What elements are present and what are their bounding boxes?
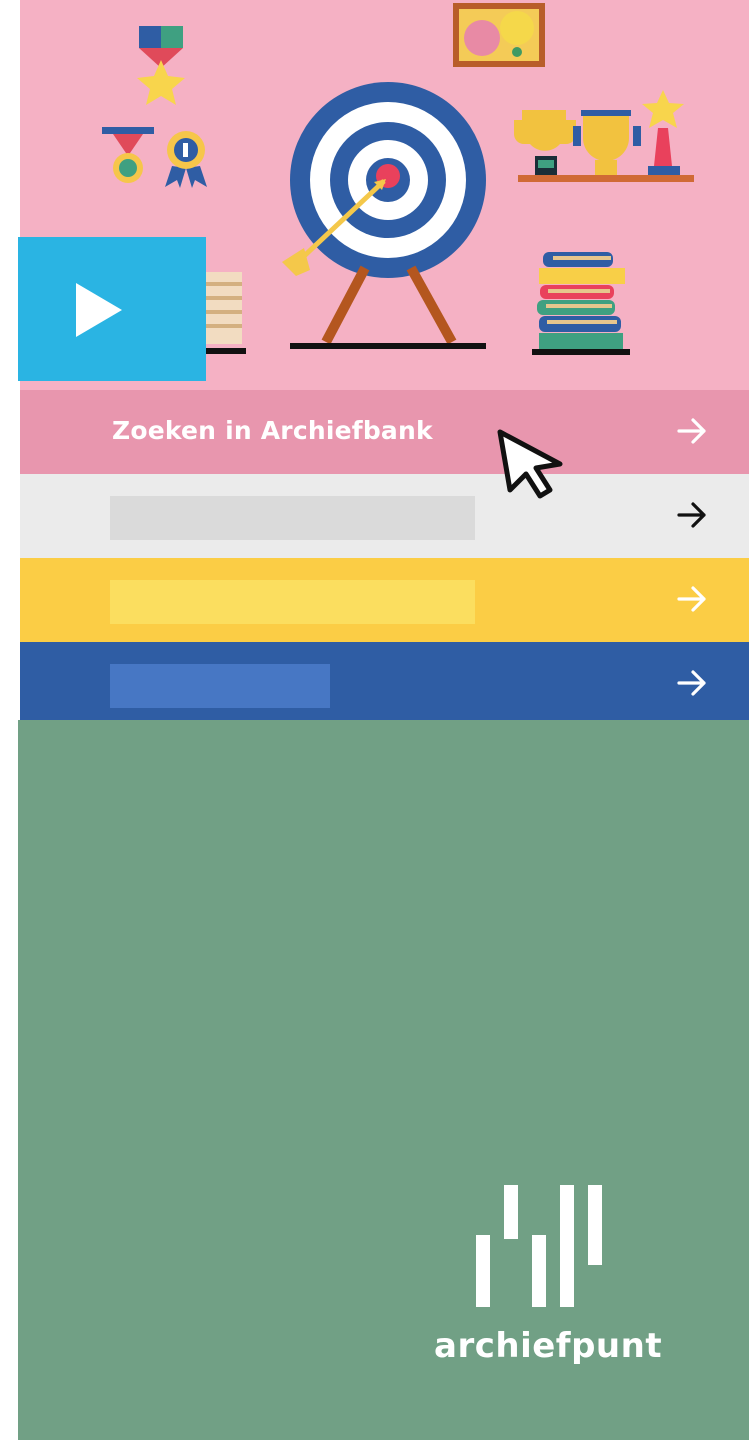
trophies-icon [514, 90, 694, 182]
menu-link-4[interactable] [20, 642, 749, 726]
brand-wordmark: archiefpunt [434, 1326, 663, 1366]
search-archiefbank-link[interactable]: Zoeken in Archiefbank [20, 390, 749, 474]
menu-link-3[interactable] [20, 558, 749, 642]
picture-frame-icon [453, 3, 545, 67]
target-icon [282, 82, 486, 349]
star-medal-icon [137, 26, 185, 105]
arrow-right-icon [677, 418, 706, 444]
placeholder-label [110, 496, 475, 540]
books-icon [532, 252, 630, 355]
play-icon [76, 283, 122, 337]
medals-icon [102, 127, 207, 188]
placeholder-label [110, 580, 475, 624]
archiefpunt-logo-icon [476, 1185, 602, 1307]
arrow-right-icon [677, 502, 706, 528]
brand-panel: archiefpunt [18, 720, 749, 1440]
arrow-right-icon [677, 670, 706, 696]
menu-link-2[interactable] [20, 474, 749, 558]
link-menu: Zoeken in Archiefbank [20, 390, 749, 726]
arrow-right-icon [677, 586, 706, 612]
play-button[interactable] [18, 237, 206, 381]
mouse-pointer-icon [497, 429, 563, 499]
placeholder-label [110, 664, 330, 708]
menu-item-label: Zoeken in Archiefbank [112, 416, 433, 445]
